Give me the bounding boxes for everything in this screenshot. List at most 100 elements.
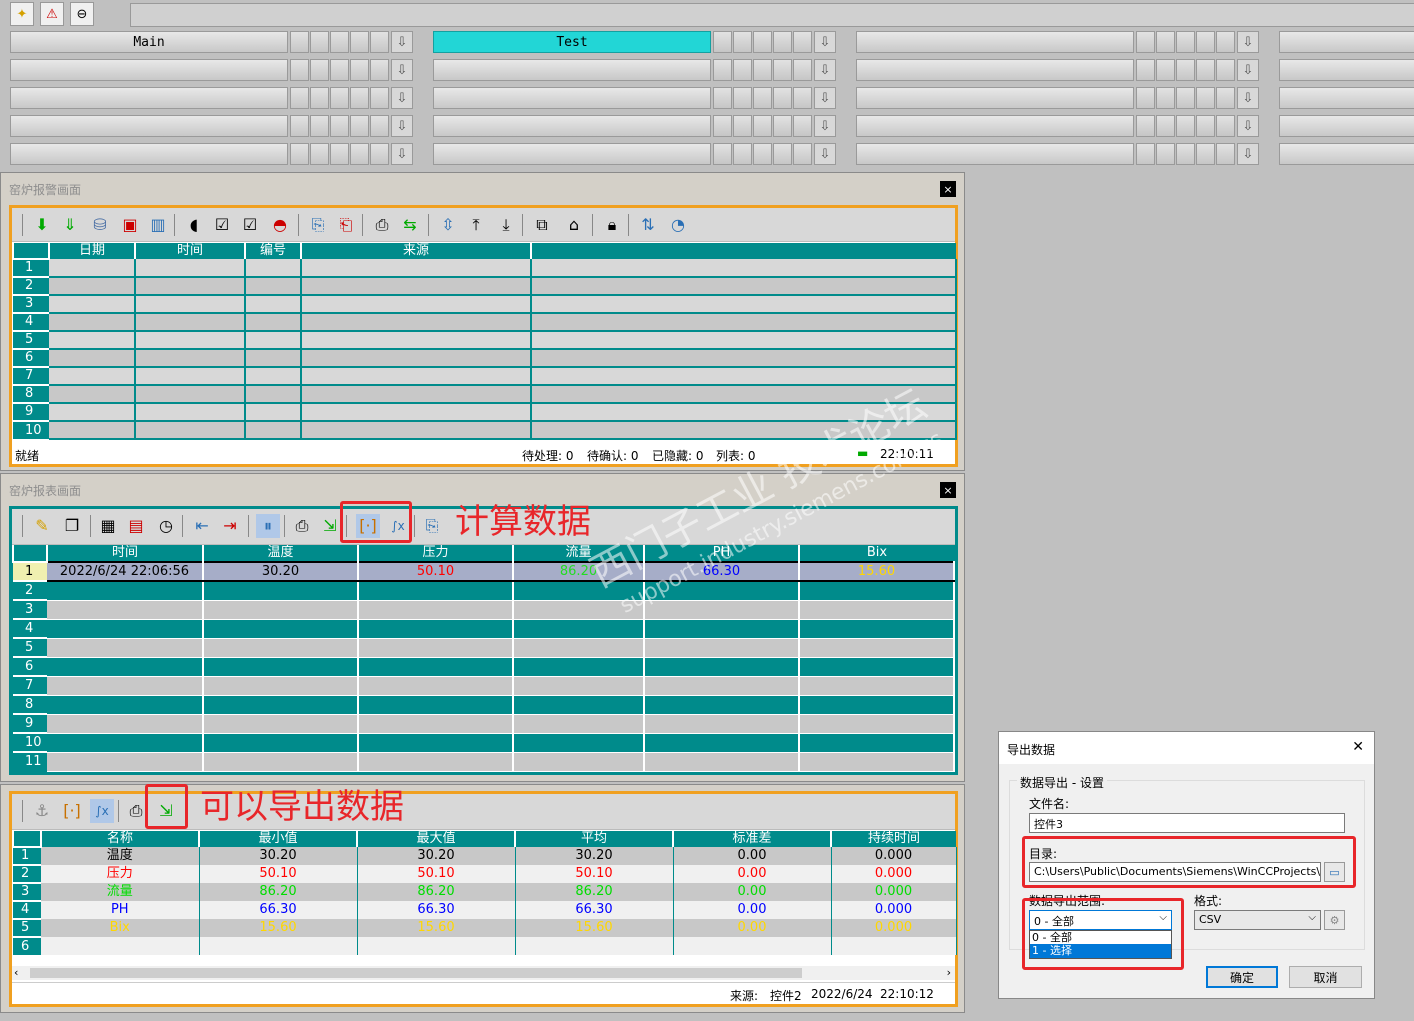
- table-row[interactable]: 6: [13, 656, 955, 677]
- scroll-left-icon[interactable]: ‹: [14, 966, 18, 979]
- table-cell[interactable]: [47, 619, 204, 639]
- nav-button-r4-c2[interactable]: [433, 115, 711, 137]
- nav-button-r4-c3[interactable]: [856, 115, 1134, 137]
- arrow-down-icon[interactable]: ⇩: [814, 87, 836, 109]
- table-cell[interactable]: [531, 385, 957, 404]
- nav-slot-button[interactable]: [290, 143, 309, 165]
- nav-slot-button[interactable]: [773, 87, 792, 109]
- nav-slot-button[interactable]: [310, 143, 329, 165]
- arrow-down-icon[interactable]: ⇩: [814, 59, 836, 81]
- nav-slot-button[interactable]: [1196, 143, 1215, 165]
- nav-button-r1-c3[interactable]: [856, 31, 1134, 53]
- column-header[interactable]: 时间: [134, 243, 245, 259]
- column-header[interactable]: PH: [643, 545, 799, 562]
- column-header[interactable]: 来源: [300, 243, 531, 259]
- nav-slot-button[interactable]: [1136, 59, 1155, 81]
- column-header[interactable]: 压力: [357, 545, 513, 562]
- table-cell[interactable]: [203, 733, 359, 753]
- table-cell[interactable]: 15.60: [357, 919, 516, 937]
- table-row[interactable]: 4 PH 66.30 66.30 66.30 0.00 0.000: [13, 900, 957, 919]
- table-row[interactable]: 8: [13, 384, 957, 404]
- nav-button-r3-c2[interactable]: [433, 87, 711, 109]
- table-cell[interactable]: [203, 600, 359, 620]
- table-cell[interactable]: [358, 695, 514, 715]
- table-cell[interactable]: [531, 349, 957, 368]
- table-cell[interactable]: [203, 695, 359, 715]
- table-cell[interactable]: [135, 403, 246, 422]
- nav-slot-button[interactable]: [793, 115, 812, 137]
- scroll-thumb[interactable]: [30, 968, 802, 978]
- arrow-down-icon[interactable]: ⇩: [1237, 87, 1259, 109]
- load-icon[interactable]: ⬇: [30, 213, 54, 237]
- nav-slot-button[interactable]: [773, 59, 792, 81]
- nav-slot-button[interactable]: [1176, 31, 1195, 53]
- column-header[interactable]: Bix: [798, 545, 954, 562]
- table-row[interactable]: 3: [13, 294, 957, 314]
- column-header[interactable]: 平均: [514, 831, 673, 847]
- close-icon[interactable]: ×: [940, 181, 956, 197]
- ack-group-icon[interactable]: ☑: [238, 213, 262, 237]
- nav-slot-button[interactable]: [350, 143, 369, 165]
- export-data-icon[interactable]: ⇲: [318, 514, 342, 538]
- bar-chart-icon[interactable]: ▥: [146, 213, 170, 237]
- table-row[interactable]: 10: [13, 420, 957, 440]
- table-cell[interactable]: [245, 403, 302, 422]
- nav-button-r5-c3[interactable]: [856, 143, 1134, 165]
- table-cell[interactable]: [799, 581, 955, 601]
- arrow-down-icon[interactable]: ⇩: [1237, 31, 1259, 53]
- table-cell[interactable]: [49, 295, 136, 314]
- table-cell[interactable]: [644, 714, 800, 734]
- table-cell[interactable]: [799, 676, 955, 696]
- pause-icon[interactable]: ⏸︎: [256, 514, 280, 538]
- nav-slot-button[interactable]: [1136, 143, 1155, 165]
- table-cell[interactable]: 50.10: [357, 865, 516, 883]
- table-cell[interactable]: 86.20: [515, 883, 674, 901]
- table-cell[interactable]: [49, 385, 136, 404]
- nav-slot-button[interactable]: [350, 87, 369, 109]
- table-row[interactable]: 4: [13, 618, 955, 639]
- nav-button-r3-c3[interactable]: [856, 87, 1134, 109]
- table-cell[interactable]: [47, 714, 204, 734]
- table-cell[interactable]: [513, 619, 645, 639]
- table-cell[interactable]: [245, 385, 302, 404]
- table-cell[interactable]: [644, 581, 800, 601]
- table-cell[interactable]: [513, 600, 645, 620]
- table-cell[interactable]: [799, 733, 955, 753]
- table-cell[interactable]: [531, 367, 957, 386]
- table-cell[interactable]: [135, 367, 246, 386]
- table-row[interactable]: 5: [13, 330, 957, 350]
- table-cell[interactable]: Bix: [41, 919, 200, 937]
- table-cell[interactable]: [47, 581, 204, 601]
- table-cell[interactable]: [513, 638, 645, 658]
- table-cell[interactable]: [203, 581, 359, 601]
- nav-slot-button[interactable]: [1216, 115, 1235, 137]
- filename-field[interactable]: 控件3: [1029, 813, 1345, 833]
- table-cell[interactable]: [49, 349, 136, 368]
- table-row[interactable]: 3 流量 86.20 86.20 86.20 0.00 0.000: [13, 882, 957, 901]
- export-icon[interactable]: ⎘: [306, 213, 330, 237]
- nav-slot-button[interactable]: [753, 59, 772, 81]
- nav-slot-button[interactable]: [713, 59, 732, 81]
- table-cell[interactable]: 15.60: [199, 919, 358, 937]
- nav-slot-button[interactable]: [370, 143, 389, 165]
- table-cell[interactable]: 66.30: [357, 901, 516, 919]
- timer-icon[interactable]: ◔: [666, 213, 690, 237]
- nav-slot-button[interactable]: [1176, 115, 1195, 137]
- report-table[interactable]: 时间 温度 压力 流量 PH Bix 1 2022/6/24 22:06:56 30.20 50.…: [12, 545, 955, 772]
- table-cell[interactable]: [301, 349, 532, 368]
- table-cell[interactable]: [513, 752, 645, 772]
- table-cell[interactable]: [245, 367, 302, 386]
- table-cell[interactable]: 30.20: [357, 847, 516, 865]
- table-cell[interactable]: [531, 421, 957, 440]
- last-icon[interactable]: ⤓: [494, 213, 518, 237]
- table-cell[interactable]: 流量: [41, 883, 200, 901]
- nav-slot-button[interactable]: [370, 115, 389, 137]
- table-cell[interactable]: [301, 331, 532, 350]
- nav-slot-button[interactable]: [1216, 59, 1235, 81]
- table-cell[interactable]: [301, 313, 532, 332]
- select-icon[interactable]: ⧉: [530, 213, 554, 237]
- table-cell[interactable]: [203, 752, 359, 772]
- nav-slot-button[interactable]: [350, 115, 369, 137]
- column-header[interactable]: 时间: [46, 545, 203, 562]
- table-cell[interactable]: [358, 619, 514, 639]
